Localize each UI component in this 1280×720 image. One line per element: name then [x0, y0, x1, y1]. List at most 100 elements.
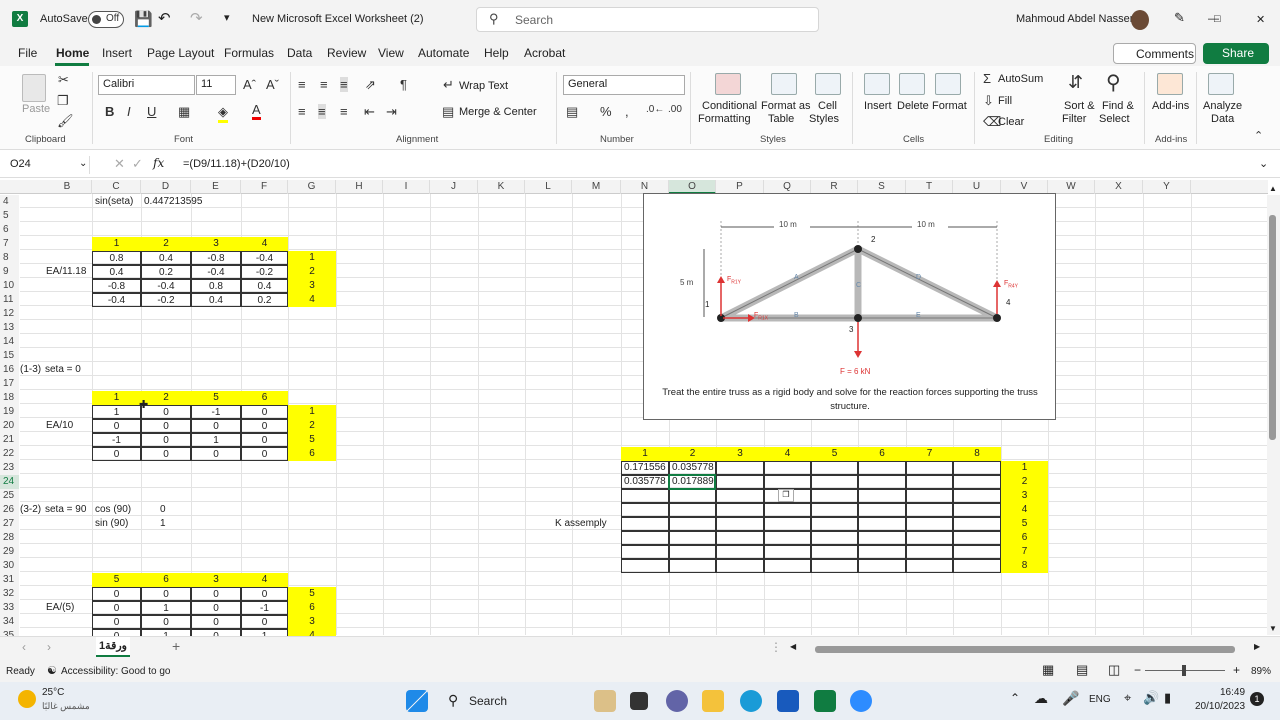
weather-condition[interactable]: مشمس غالبًا [42, 701, 90, 712]
align-top-icon[interactable]: ≡ [298, 77, 306, 92]
matrix1-cell[interactable]: -0.8 [92, 279, 141, 293]
cut-icon[interactable]: ✂ [58, 72, 69, 88]
matrix1-cell[interactable]: -0.2 [241, 265, 288, 279]
k-cell[interactable] [858, 503, 906, 517]
formatting-label[interactable]: Formatting [698, 113, 751, 125]
k-cell[interactable] [716, 503, 764, 517]
k-dof[interactable]: 8 [1001, 559, 1048, 573]
function-icon[interactable]: fx [153, 156, 164, 170]
column-header[interactable]: N [621, 180, 669, 194]
vertical-scroll-thumb[interactable] [1269, 215, 1276, 440]
matrix3-dof[interactable]: 3 [288, 615, 336, 629]
k-cell[interactable] [764, 503, 811, 517]
matrix3-header[interactable]: 5 [92, 573, 141, 587]
k-cell[interactable] [669, 559, 716, 573]
k-cell[interactable] [764, 517, 811, 531]
select-label[interactable]: Select [1099, 113, 1130, 125]
table-label[interactable]: Table [768, 113, 794, 125]
page-break-view-icon[interactable]: ◫ [1108, 662, 1120, 678]
k-cell[interactable] [669, 545, 716, 559]
column-header[interactable]: W [1048, 180, 1095, 194]
column-header[interactable]: M [572, 180, 621, 194]
close-icon[interactable]: ✕ [1256, 13, 1265, 26]
matrix2-cell[interactable]: 1 [191, 433, 241, 447]
percent-icon[interactable]: % [600, 104, 612, 119]
analyze-label[interactable]: Analyze [1203, 100, 1242, 112]
k-cell[interactable] [906, 545, 953, 559]
cell-b16[interactable]: seta = 0 [42, 363, 140, 377]
underline-icon[interactable]: U [147, 104, 156, 119]
row-header[interactable]: 33 [0, 601, 19, 615]
paste-icon[interactable] [22, 74, 46, 102]
k-cell[interactable] [669, 489, 716, 503]
align-center-icon[interactable]: ≡ [318, 104, 326, 119]
k-cell[interactable] [858, 461, 906, 475]
decrease-decimal-icon[interactable]: .00 [668, 104, 682, 115]
k-cell[interactable] [953, 489, 1001, 503]
cell-c26[interactable]: cos (90) [92, 503, 141, 517]
tab-help[interactable]: Help [484, 46, 509, 60]
column-header[interactable]: O [669, 180, 716, 194]
k-cell[interactable] [811, 545, 858, 559]
matrix1-cell[interactable]: -0.4 [241, 251, 288, 265]
language-indicator[interactable]: ENG [1089, 694, 1111, 705]
zoom-app-icon[interactable] [850, 690, 872, 712]
k-header[interactable]: 7 [906, 447, 953, 461]
increase-decimal-icon[interactable]: .0← [646, 104, 664, 115]
paste-label[interactable]: Paste [22, 103, 50, 115]
fill-color-icon[interactable]: ◈ [218, 104, 228, 123]
matrix3-cell[interactable]: 0 [141, 615, 191, 629]
increase-indent-icon[interactable]: ⇥ [386, 104, 397, 120]
format-painter-icon[interactable]: 🖌 [57, 113, 74, 129]
row-header[interactable]: 22 [0, 447, 19, 461]
k-cell[interactable] [811, 503, 858, 517]
matrix1-cell[interactable]: -0.4 [92, 293, 141, 307]
share-button[interactable]: Share [1203, 43, 1269, 64]
matrix3-cell[interactable]: 0 [191, 615, 241, 629]
taskbar-search-icon[interactable]: ⚲ [448, 692, 458, 709]
orientation-icon[interactable]: ⇗ [365, 77, 376, 93]
tab-insert[interactable]: Insert [102, 46, 132, 60]
matrix2-header[interactable]: 2 [141, 391, 191, 405]
accounting-icon[interactable]: ▤ [566, 104, 578, 120]
matrix3-cell[interactable]: 0 [191, 587, 241, 601]
collapse-ribbon-icon[interactable]: ⌃ [1254, 129, 1263, 142]
column-header[interactable]: K [478, 180, 525, 194]
matrix1-dof[interactable]: 3 [288, 279, 336, 293]
truss-diagram-image[interactable]: 10 m 10 m 5 m 1 2 3 4 A B C D E FR1Y FR1… [643, 193, 1056, 420]
k-cell[interactable] [811, 489, 858, 503]
filter-label[interactable]: Filter [1062, 113, 1086, 125]
matrix1-header[interactable]: 3 [191, 237, 241, 251]
teams-icon[interactable] [666, 690, 688, 712]
rtl-icon[interactable]: ¶ [400, 77, 407, 92]
cell-label[interactable]: Cell [818, 100, 837, 112]
zoom-level[interactable]: 89% [1251, 666, 1271, 677]
matrix3-header[interactable]: 3 [191, 573, 241, 587]
k-cell[interactable] [716, 559, 764, 573]
column-header[interactable]: H [336, 180, 383, 194]
row-header[interactable]: 32 [0, 587, 19, 601]
k-cell[interactable] [906, 531, 953, 545]
matrix1-dof[interactable]: 4 [288, 293, 336, 307]
tab-data[interactable]: Data [287, 46, 312, 60]
comments-button[interactable]: Comments [1113, 43, 1196, 64]
matrix3-cell[interactable]: 0 [191, 601, 241, 615]
ea-label-2[interactable]: EA/10 [43, 419, 92, 433]
row-header[interactable]: 7 [0, 237, 19, 251]
accessibility-status[interactable]: Accessibility: Good to go [61, 666, 171, 677]
matrix2-dof[interactable]: 2 [288, 419, 336, 433]
k-dof[interactable]: 2 [1001, 475, 1048, 489]
k-cell[interactable] [953, 517, 1001, 531]
matrix1-dof[interactable]: 1 [288, 251, 336, 265]
matrix2-cell[interactable]: 0 [241, 419, 288, 433]
k-cell[interactable] [669, 503, 716, 517]
italic-icon[interactable]: I [127, 104, 131, 119]
row-header[interactable]: 27 [0, 517, 19, 531]
k-value[interactable]: 0.035778 [621, 475, 669, 489]
matrix1-header[interactable]: 1 [92, 237, 141, 251]
ea-label-1[interactable]: EA/11.18 [43, 265, 92, 279]
wrap-text-button[interactable]: Wrap Text [459, 80, 508, 92]
cell-e27[interactable]: 1 [157, 517, 207, 531]
k-header[interactable]: 8 [953, 447, 1001, 461]
row-header[interactable]: 10 [0, 279, 19, 293]
